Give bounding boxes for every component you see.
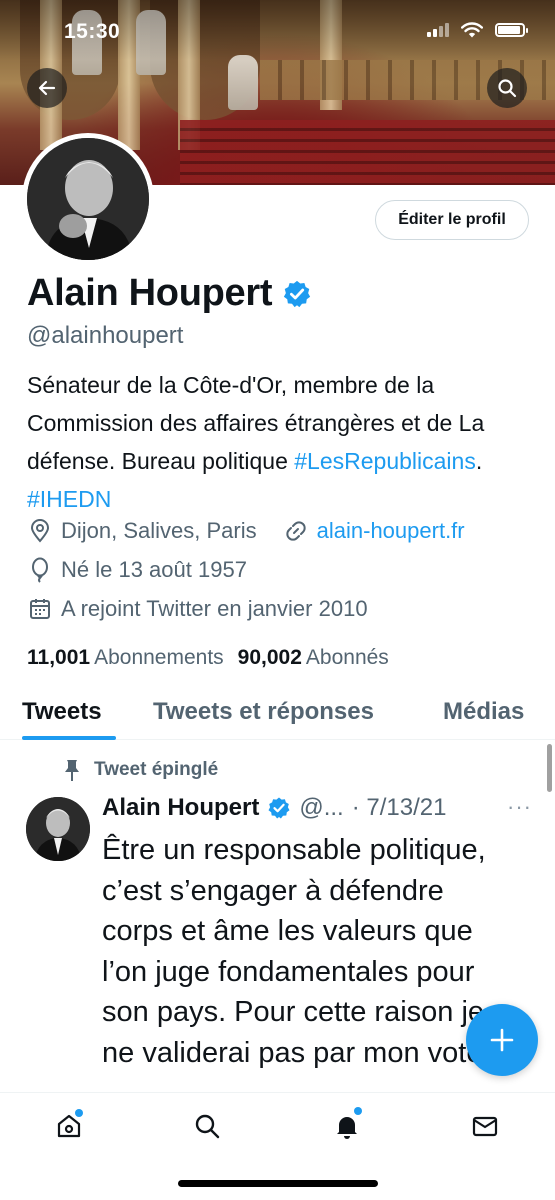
status-bar: 15:30 [0, 0, 555, 62]
profile-bio: Sénateur de la Côte-d'Or, membre de la C… [27, 366, 537, 518]
calendar-icon [27, 596, 53, 622]
mail-icon [472, 1116, 498, 1137]
plus-icon [490, 1028, 514, 1052]
compose-tweet-button[interactable] [466, 1004, 538, 1076]
hashtag-link[interactable]: #LesRepublicains [294, 448, 476, 474]
verified-badge-icon [268, 797, 290, 819]
balloon-icon [27, 557, 53, 583]
profile-meta-location-row: Dijon, Salives, Paris alain-houpert.fr [27, 518, 465, 544]
following-count: 11,001 [27, 646, 91, 669]
tweet-author-handle: @... [299, 794, 344, 821]
tab-tweets-and-replies[interactable]: Tweets et réponses [153, 698, 374, 726]
link-icon [283, 518, 309, 544]
nav-notifications[interactable] [332, 1107, 362, 1141]
wifi-icon [461, 22, 483, 38]
avatar-photo [26, 797, 90, 861]
profile-meta-birthday-row: Né le 13 août 1957 [27, 557, 247, 583]
bio-separator: . [475, 448, 483, 474]
nav-explore[interactable] [192, 1111, 222, 1141]
following-link[interactable]: 11,001 Abonnements [27, 646, 224, 670]
follow-stats: 11,001 Abonnements 90,002 Abonnés [27, 646, 389, 670]
tweet-more-button[interactable]: ··· [507, 794, 532, 820]
scrollbar[interactable] [547, 744, 552, 792]
profile-birthday: Né le 13 août 1957 [61, 557, 247, 582]
pinned-label-text: Tweet épinglé [94, 759, 219, 780]
nav-home[interactable] [54, 1109, 84, 1141]
profile-joined-date: A rejoint Twitter en janvier 2010 [61, 596, 368, 621]
tweet-author-avatar[interactable] [26, 797, 90, 861]
profile-website-link[interactable]: alain-houpert.fr [317, 518, 465, 544]
active-tab-indicator [22, 736, 116, 740]
location-pin-icon [27, 518, 53, 544]
search-icon [195, 1114, 220, 1139]
status-time: 15:30 [64, 20, 121, 43]
followers-link[interactable]: 90,002 Abonnés [238, 646, 389, 670]
tab-media[interactable]: Médias [443, 698, 524, 726]
pin-icon [65, 760, 79, 781]
profile-name-row: Alain Houpert [27, 272, 312, 315]
tweet-date[interactable]: · 7/13/21 [352, 794, 447, 822]
battery-icon [495, 23, 528, 37]
followers-label: Abonnés [305, 646, 389, 669]
pinned-tweet-label: Tweet épinglé [62, 758, 218, 782]
bell-icon [337, 1117, 357, 1139]
tweet-header: Alain Houpert @... · 7/13/21 [102, 794, 446, 822]
followers-count: 90,002 [237, 646, 302, 669]
avatar-photo [27, 138, 149, 260]
profile-meta-joined-row: A rejoint Twitter en janvier 2010 [27, 596, 368, 622]
edit-profile-button[interactable]: Éditer le profil [375, 200, 529, 240]
notifications-dot [354, 1107, 362, 1115]
verified-badge-icon [284, 280, 311, 307]
profile-name: Alain Houpert [27, 272, 273, 314]
cellular-signal-icon [427, 23, 449, 37]
profile-location: Dijon, Salives, Paris [61, 518, 257, 543]
profile-avatar[interactable] [22, 133, 154, 265]
hashtag-link[interactable]: #IHEDN [27, 486, 111, 512]
tweet-text[interactable]: Être un responsable politique, c’est s’e… [102, 830, 522, 1092]
profile-tabs: Tweets Tweets et réponses Médias [0, 688, 555, 740]
nav-messages[interactable] [470, 1111, 500, 1141]
following-label: Abonnements [94, 646, 224, 669]
profile-handle: @alainhoupert [27, 322, 184, 349]
arrow-left-icon [38, 80, 56, 96]
home-indicator [178, 1180, 378, 1187]
tab-tweets[interactable]: Tweets [22, 698, 102, 726]
search-icon [498, 79, 517, 98]
home-notification-dot [75, 1109, 83, 1117]
tweet-author-name[interactable]: Alain Houpert [102, 794, 259, 822]
back-button[interactable] [27, 68, 67, 108]
search-button[interactable] [487, 68, 527, 108]
